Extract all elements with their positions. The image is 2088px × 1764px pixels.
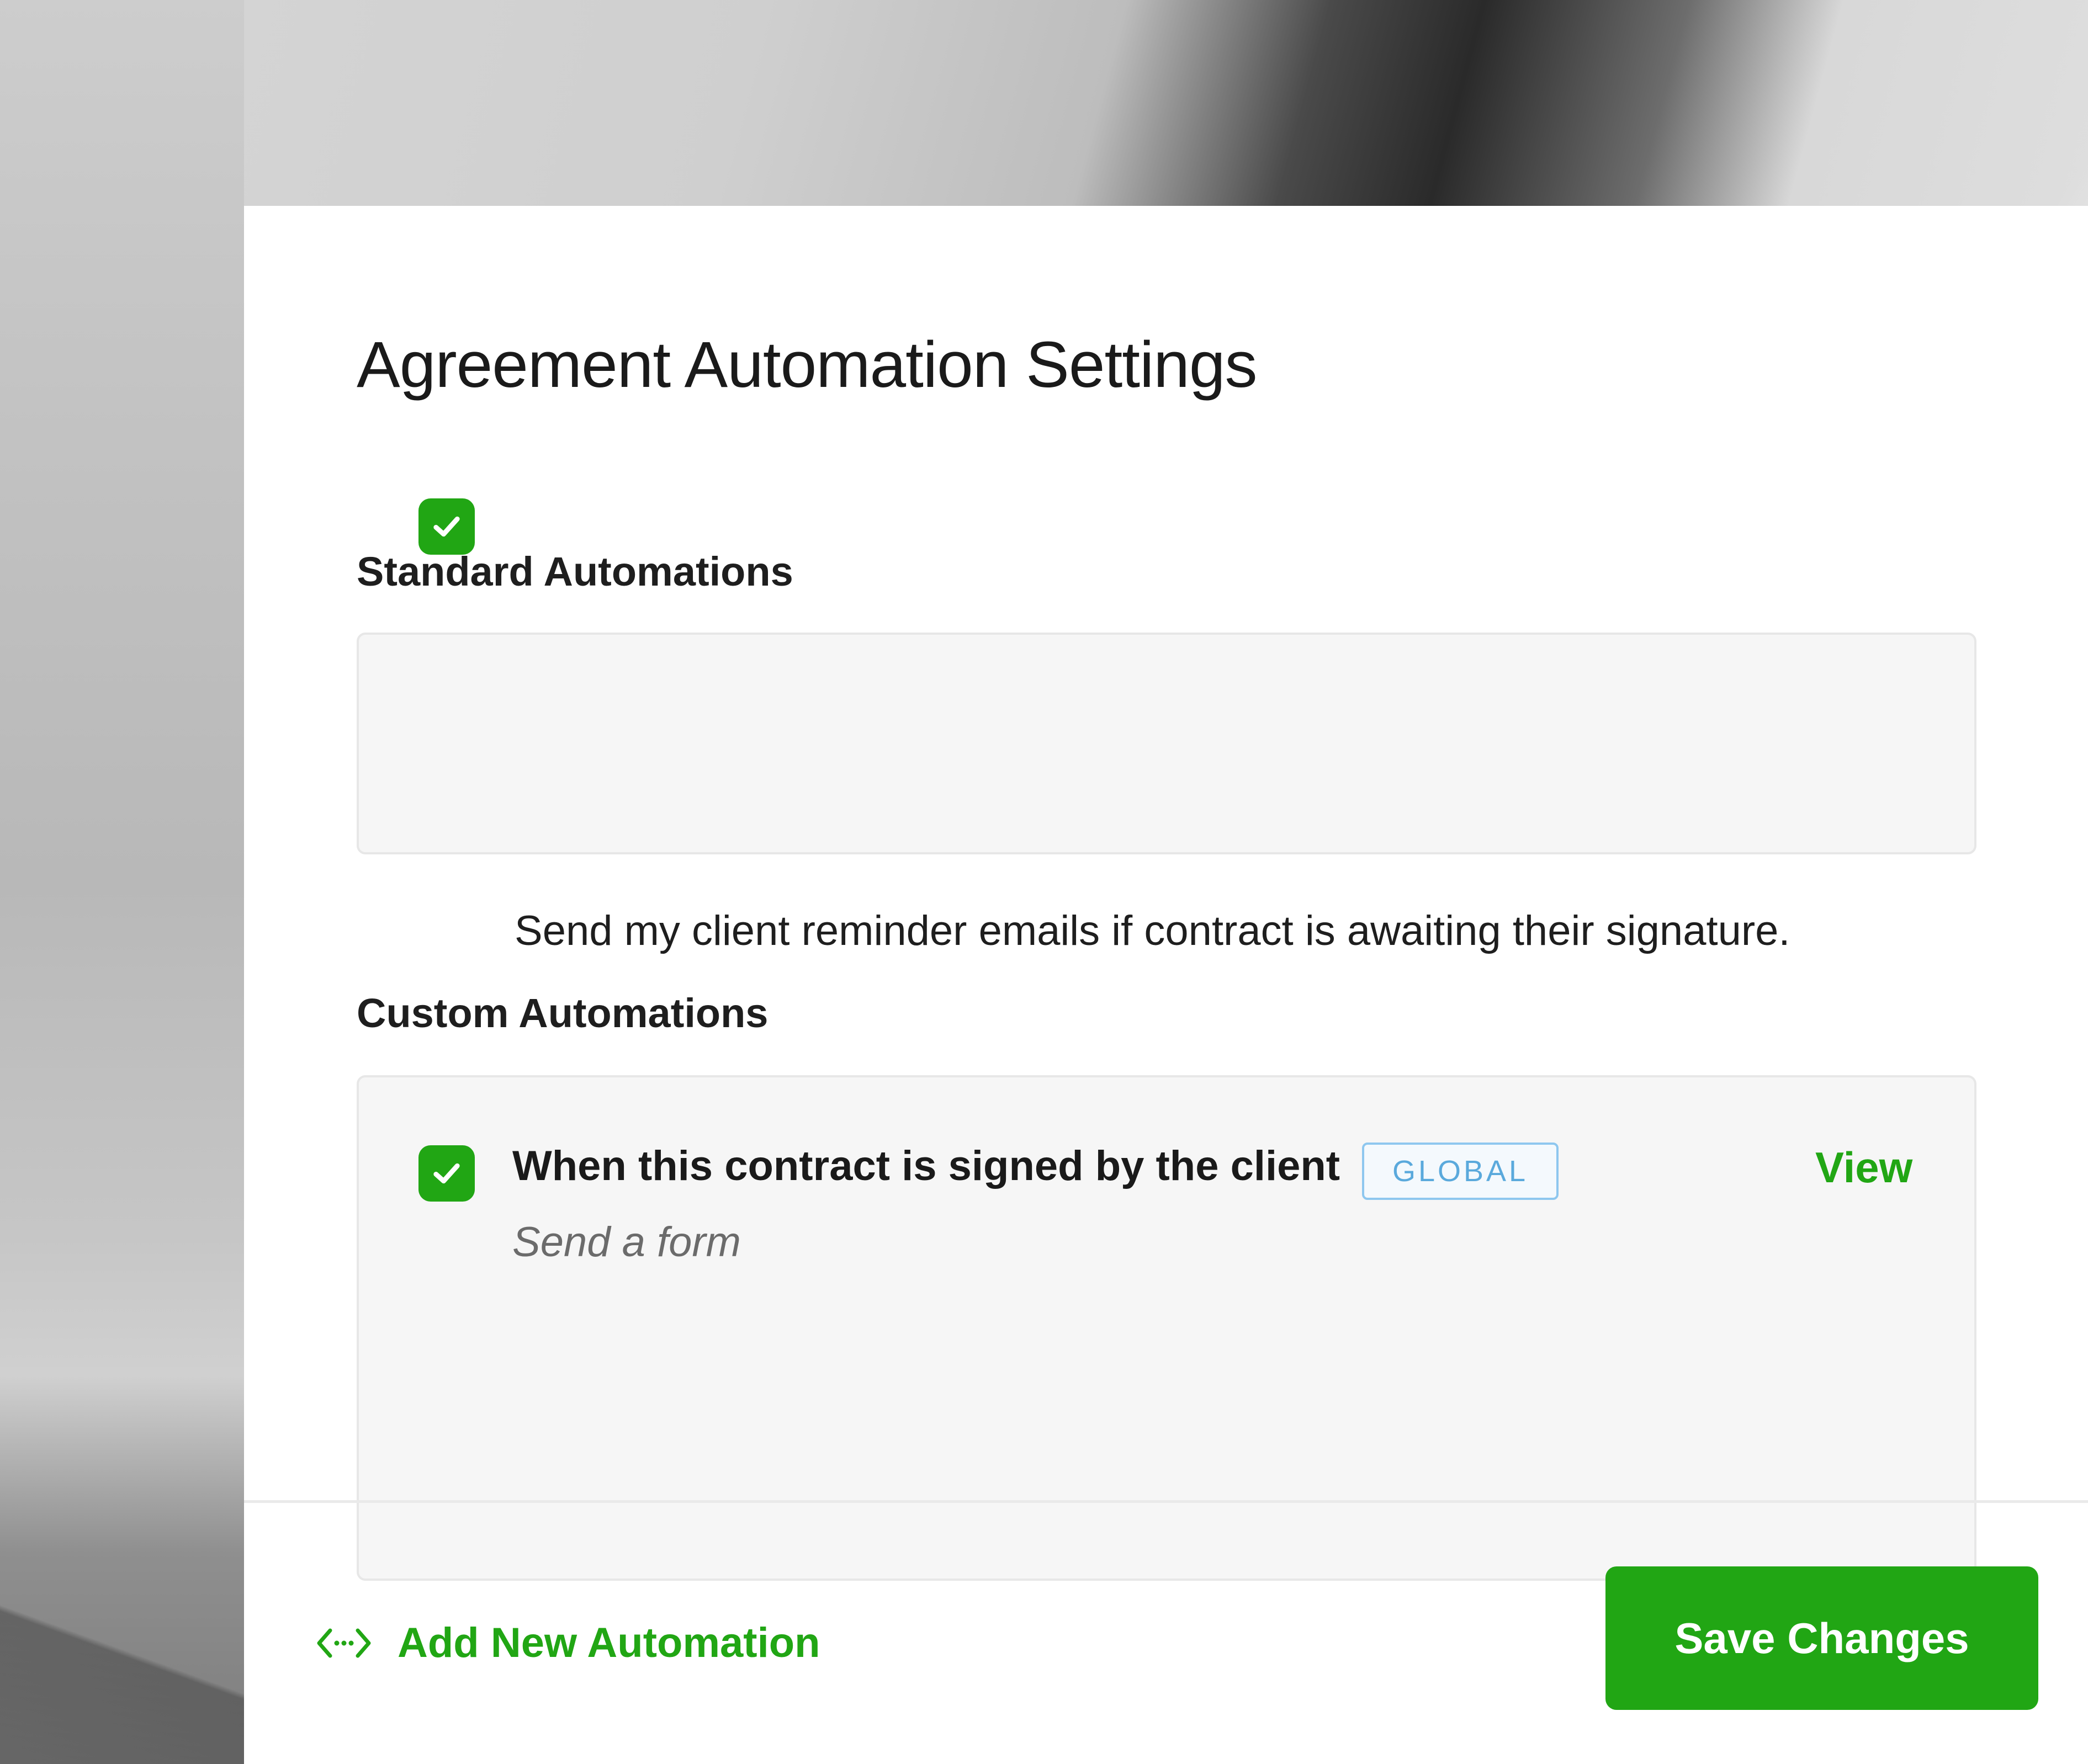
custom-automation-checkbox[interactable] [418,1145,475,1202]
standard-automations-heading: Standard Automations [357,549,793,594]
view-automation-link[interactable]: View [1815,1143,1912,1193]
standard-automations-panel [357,633,1976,854]
footer-divider [244,1500,2088,1503]
background-shadow [0,1534,244,1764]
check-icon [433,516,460,537]
custom-automation-action: Send a form [512,1219,741,1266]
save-changes-button[interactable]: Save Changes [1605,1566,2038,1710]
custom-automations-heading: Custom Automations [357,990,769,1036]
automation-icon [317,1628,371,1657]
standard-reminder-checkbox[interactable] [418,498,475,555]
global-badge: GLOBAL [1362,1143,1559,1200]
page-title: Agreement Automation Settings [357,328,1258,401]
check-icon [433,1163,460,1184]
standard-reminder-label: Send my client reminder emails if contra… [515,907,1790,954]
add-new-automation-link[interactable]: Add New Automation [314,1619,820,1667]
add-new-automation-label: Add New Automation [398,1619,820,1666]
custom-automation-trigger: When this contract is signed by the clie… [512,1143,1340,1189]
automation-settings-card: Agreement Automation Settings Standard A… [244,206,2088,1764]
background-left-strip [0,0,244,1764]
